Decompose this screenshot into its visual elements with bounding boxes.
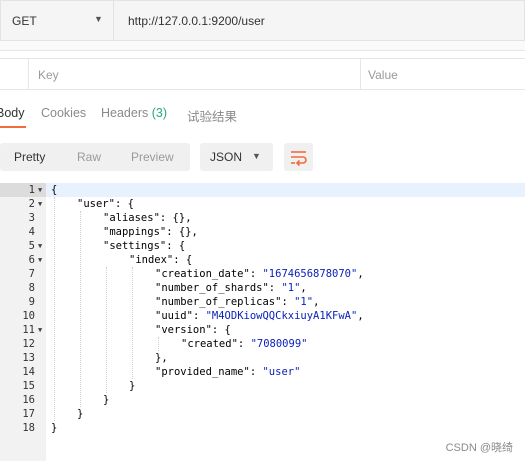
code-text: "version": { — [155, 324, 231, 336]
wrap-lines-icon — [291, 151, 307, 167]
tab-test-results[interactable]: 试验结果 — [187, 106, 237, 125]
code-line: 2 ▼ "user": { — [0, 197, 525, 211]
line-number: 8 — [28, 282, 35, 294]
chevron-down-icon: ▼ — [252, 151, 261, 161]
line-number: 13 — [22, 352, 35, 364]
code-line: 9 "number_of_replicas": "1", — [0, 295, 525, 309]
code-text: "user": { — [77, 198, 134, 210]
code-line: 5 ▼ "settings": { — [0, 239, 525, 253]
tab-headers-label: Headers — [101, 106, 149, 120]
column-divider — [360, 59, 361, 89]
code-line: 14 "provided_name": "user" — [0, 365, 525, 379]
code-line: 12 "created": "7080099" — [0, 337, 525, 351]
code-line: 7 "creation_date": "1674656878070", — [0, 267, 525, 281]
code-text: { — [51, 184, 58, 196]
line-number: 2 — [28, 198, 35, 210]
code-line: 8 "number_of_shards": "1", — [0, 281, 525, 295]
line-number: 16 — [22, 394, 35, 406]
line-number: 10 — [22, 310, 35, 322]
preview-button[interactable]: Preview — [131, 150, 174, 164]
raw-button[interactable]: Raw — [77, 150, 101, 164]
fold-toggle-icon[interactable]: ▼ — [38, 253, 42, 267]
line-number: 1 — [28, 184, 35, 196]
line-number: 6 — [28, 254, 35, 266]
code-text: "uuid": "M4ODKiowQQCkxiuyA1KFwA", — [155, 310, 364, 322]
indent-guide — [54, 197, 55, 421]
code-line: 1 ▼ { — [0, 183, 525, 197]
response-toolbar: Pretty Raw Preview JSON ▼ — [0, 140, 525, 174]
code-text: "settings": { — [103, 240, 186, 252]
response-body-viewer[interactable]: 1 ▼{2 ▼ "user": {3 "aliases": {}, 4 "mappings"… — [0, 183, 525, 461]
line-number: 7 — [28, 268, 35, 280]
divider — [0, 41, 525, 51]
code-text: "provided_name": "user" — [155, 366, 301, 378]
line-number: 3 — [28, 212, 35, 224]
code-text: "number_of_replicas": "1", — [155, 296, 320, 308]
code-text: "aliases": {}, — [103, 212, 192, 224]
url-input[interactable]: http://127.0.0.1:9200/user — [114, 0, 525, 41]
indent-guide — [106, 267, 107, 393]
tab-cookies[interactable]: Cookies — [41, 106, 86, 120]
line-number: 12 — [22, 338, 35, 350]
watermark: CSDN @晓绮 — [445, 442, 513, 454]
line-number: 14 — [22, 366, 35, 378]
code-line: 6 ▼ "index": { — [0, 253, 525, 267]
method-label: GET — [12, 14, 37, 28]
code-line: 16} — [0, 393, 525, 407]
code-line: 15} — [0, 379, 525, 393]
code-line: 11 ▼ "version": { — [0, 323, 525, 337]
code-text: } — [129, 380, 136, 392]
response-tabs: Body Cookies Headers (3) 试验结果 — [0, 100, 525, 128]
format-label: JSON — [210, 150, 243, 164]
code-line: 18} — [0, 421, 525, 435]
code-text: "number_of_shards": "1", — [155, 282, 307, 294]
params-row: Key Value — [0, 58, 525, 90]
code-line: 13}, — [0, 351, 525, 365]
view-mode-group: Pretty Raw Preview — [0, 143, 190, 171]
fold-toggle-icon[interactable]: ▼ — [38, 197, 42, 211]
code-text: }, — [155, 352, 168, 364]
url-text: http://127.0.0.1:9200/user — [128, 14, 265, 28]
indent-guide — [80, 211, 81, 407]
indent-guide — [158, 337, 159, 351]
fold-toggle-icon[interactable]: ▼ — [38, 183, 42, 197]
param-checkbox-cell[interactable] — [0, 59, 29, 89]
code-text: } — [51, 422, 58, 434]
indent-guide — [132, 267, 133, 379]
method-select[interactable]: GET ▼ — [0, 0, 114, 41]
code-line: 10 "uuid": "M4ODKiowQQCkxiuyA1KFwA", — [0, 309, 525, 323]
line-number: 17 — [22, 408, 35, 420]
code-text: } — [103, 394, 110, 406]
param-value-input[interactable]: Value — [368, 68, 398, 82]
code-text: "created": "7080099" — [181, 338, 308, 350]
chevron-down-icon: ▼ — [94, 14, 103, 24]
code-line: 3 "aliases": {}, — [0, 211, 525, 225]
line-number: 9 — [28, 296, 35, 308]
line-number: 15 — [22, 380, 35, 392]
tab-headers[interactable]: Headers (3) — [101, 106, 167, 120]
pretty-button[interactable]: Pretty — [14, 150, 45, 164]
tab-body[interactable]: Body — [0, 106, 25, 120]
code-line: 4 "mappings": {}, — [0, 225, 525, 239]
code-text: "index": { — [129, 254, 193, 266]
line-number: 5 — [28, 240, 35, 252]
active-tab-indicator — [0, 126, 26, 128]
line-number: 18 — [22, 422, 35, 434]
code-text: "creation_date": "1674656878070", — [155, 268, 364, 280]
line-number: 4 — [28, 226, 35, 238]
line-number: 11 — [22, 324, 35, 336]
code-text: "mappings": {}, — [103, 226, 198, 238]
format-select[interactable]: JSON ▼ — [200, 143, 273, 171]
request-bar: GET ▼ http://127.0.0.1:9200/user — [0, 0, 525, 41]
wrap-lines-button[interactable] — [284, 143, 313, 171]
fold-toggle-icon[interactable]: ▼ — [38, 323, 42, 337]
code-text: } — [77, 408, 84, 420]
code-line: 17} — [0, 407, 525, 421]
param-key-input[interactable]: Key — [38, 68, 59, 82]
headers-count: (3) — [151, 106, 168, 120]
fold-toggle-icon[interactable]: ▼ — [38, 239, 42, 253]
